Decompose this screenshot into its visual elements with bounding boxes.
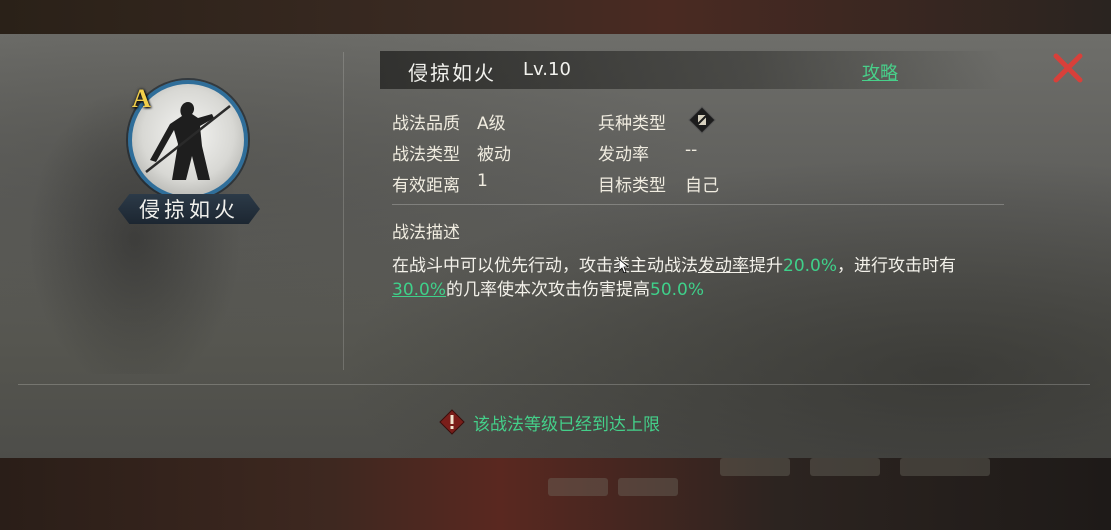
- bottom-divider: [18, 384, 1090, 385]
- damage-bonus-value: 50.0%: [650, 280, 705, 300]
- quality-label: 战法品质: [392, 114, 460, 134]
- description-segment: 在战斗中可以优先行动，攻击类主动战法: [392, 256, 698, 276]
- background-chip: [720, 458, 790, 476]
- trigger-rate-bonus-value: 20.0%: [783, 256, 838, 276]
- vertical-divider: [343, 52, 344, 370]
- attack-chance-value[interactable]: 30.0%: [392, 280, 446, 300]
- description-segment: ，进行攻击时有: [837, 256, 957, 276]
- description-text: 在战斗中可以优先行动，攻击类主动战法发动率提升20.0%，进行攻击时有 30.0%…: [392, 254, 1004, 302]
- section-divider: [392, 204, 1004, 205]
- quality-value: A级: [477, 114, 506, 134]
- skill-level: Lv.10: [523, 59, 571, 80]
- troop-type-label: 兵种类型: [598, 114, 666, 134]
- mouse-cursor-icon: [619, 259, 629, 273]
- max-level-notice-text: 该战法等级已经到达上限: [473, 414, 660, 435]
- emblem-name-plate: 侵掠如火: [118, 194, 260, 224]
- skill-detail-dialog: A 侵掠如火 侵掠如火 Lv.10 攻略 战法品质 A级 兵种类型 战法类型 被…: [0, 34, 1111, 458]
- emblem-name: 侵掠如火: [139, 198, 239, 222]
- background-bottom-band: [0, 458, 1111, 530]
- skill-type-value: 被动: [477, 145, 511, 165]
- grade-badge: A: [132, 84, 151, 113]
- background-top-band: [0, 0, 1111, 34]
- trigger-rate-keyword[interactable]: 发动率: [698, 256, 749, 276]
- range-value: 1: [477, 171, 488, 191]
- description-title: 战法描述: [392, 223, 460, 243]
- trigger-rate-value: --: [685, 140, 698, 160]
- target-type-value: 自己: [685, 176, 719, 196]
- close-button[interactable]: [1050, 50, 1086, 86]
- troop-type-icon: [688, 106, 716, 134]
- description-segment: 提升: [749, 256, 783, 276]
- skill-title: 侵掠如火: [408, 61, 496, 85]
- guide-link[interactable]: 攻略: [862, 59, 898, 85]
- close-x-icon: [1053, 53, 1083, 83]
- warning-icon: [439, 409, 465, 435]
- skill-type-label: 战法类型: [392, 145, 460, 165]
- description-segment: 的几率使本次攻击伤害提高: [446, 280, 651, 300]
- trigger-rate-label: 发动率: [598, 145, 649, 165]
- background-chip: [548, 478, 608, 496]
- background-chip: [810, 458, 880, 476]
- background-chip: [618, 478, 678, 496]
- range-label: 有效距离: [392, 176, 460, 196]
- background-chip: [900, 458, 990, 476]
- target-type-label: 目标类型: [598, 176, 666, 196]
- max-level-notice: 该战法等级已经到达上限: [0, 408, 1105, 436]
